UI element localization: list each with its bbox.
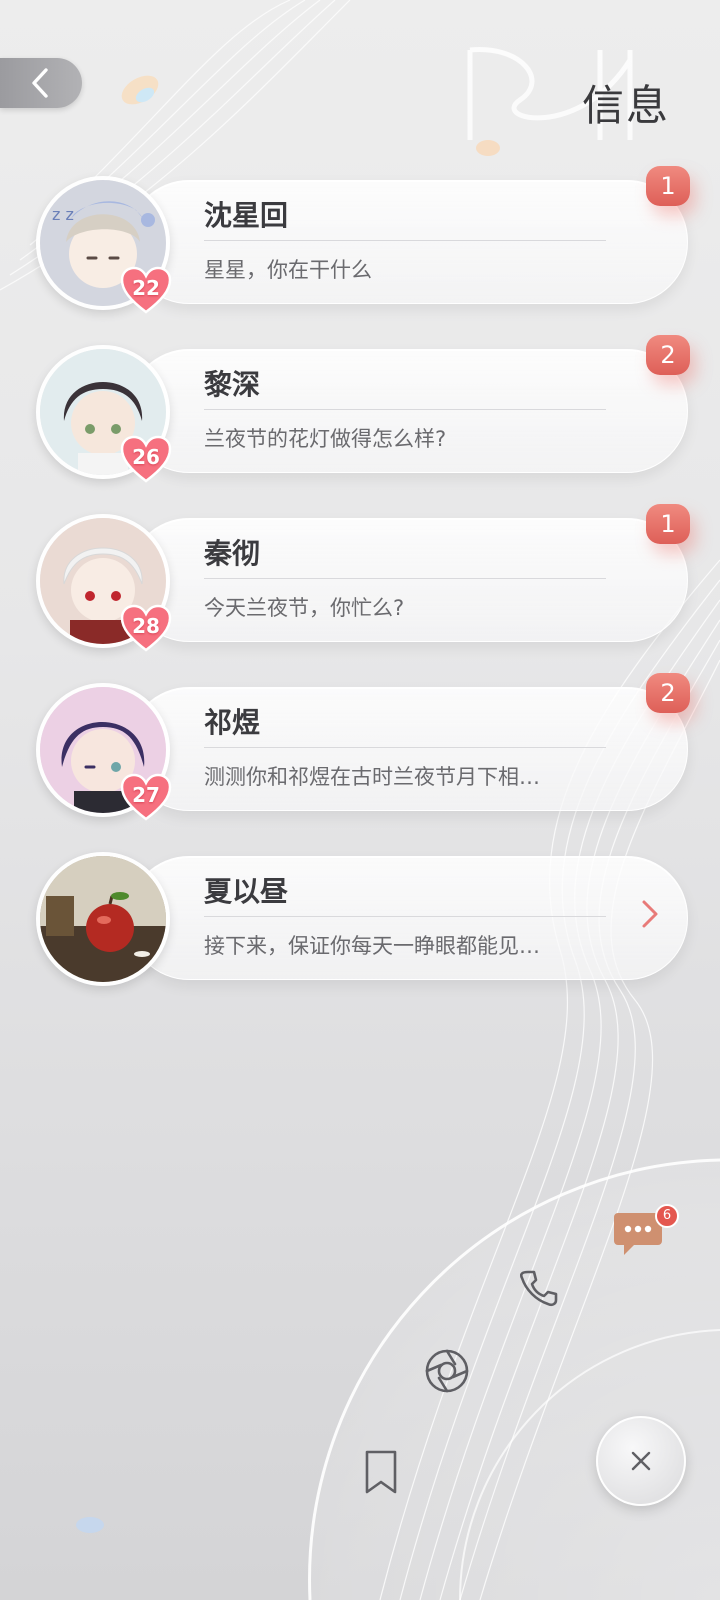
avatar: [36, 852, 170, 986]
close-icon: [631, 1451, 651, 1471]
unread-badge: 2: [646, 673, 690, 713]
message-preview: 测测你和祁煜在古时兰夜节月下相…: [204, 765, 540, 789]
back-button[interactable]: [0, 58, 82, 108]
contact-item[interactable]: 27 祁煜 测测你和祁煜在古时兰夜节月下相… 2: [28, 673, 704, 821]
affinity-level: 28: [120, 604, 172, 652]
chat-badge: 6: [655, 1204, 679, 1228]
divider: [204, 409, 606, 410]
contact-name: 秦彻: [204, 537, 261, 570]
close-menu-button[interactable]: [596, 1416, 686, 1506]
moments-button[interactable]: [420, 1344, 474, 1398]
affinity-level: 22: [120, 266, 172, 314]
menu-arc: [308, 1158, 720, 1600]
affinity-level-text: 22: [132, 276, 160, 300]
divider: [204, 916, 606, 917]
message-preview: 接下来，保证你每天一睁眼都能见…: [204, 934, 540, 958]
affinity-level-text: 28: [132, 614, 160, 638]
affinity-level: 27: [120, 773, 172, 821]
contact-item[interactable]: 26 黎深 兰夜节的花灯做得怎么样? 2: [28, 335, 704, 483]
divider: [204, 578, 606, 579]
phone-icon: [519, 1270, 558, 1307]
contact-item[interactable]: 夏以昼 接下来，保证你每天一睁眼都能见…: [28, 850, 704, 986]
affinity-level-text: 26: [132, 445, 160, 469]
message-preview: 兰夜节的花灯做得怎么样?: [204, 427, 447, 451]
svg-text:z z: z z: [52, 205, 74, 224]
page-title: 信息: [581, 81, 670, 130]
phone-button[interactable]: [512, 1262, 564, 1314]
chevron-left-icon: [32, 68, 48, 98]
unread-badge: 2: [646, 335, 690, 375]
divider: [204, 747, 606, 748]
contact-name: 黎深: [204, 368, 261, 401]
bookmark-button[interactable]: [356, 1446, 406, 1498]
divider: [204, 240, 606, 241]
affinity-level-text: 27: [132, 783, 160, 807]
affinity-level: 26: [120, 435, 172, 483]
chevron-right-icon: [642, 900, 658, 928]
message-preview: 今天兰夜节，你忙么?: [204, 596, 405, 620]
bookmark-icon: [365, 1450, 397, 1494]
contact-name: 祁煜: [204, 706, 261, 739]
moments-icon: [425, 1349, 469, 1393]
contact-item[interactable]: z z 22 沈星回 星星，你在干什么 1: [28, 166, 704, 314]
contact-item[interactable]: 28 秦彻 今天兰夜节，你忙么? 1: [28, 504, 704, 652]
unread-badge: 1: [646, 166, 690, 206]
message-preview: 星星，你在干什么: [204, 258, 372, 282]
contact-name: 沈星回: [204, 199, 289, 232]
contact-name: 夏以昼: [204, 875, 289, 908]
unread-badge: 1: [646, 504, 690, 544]
